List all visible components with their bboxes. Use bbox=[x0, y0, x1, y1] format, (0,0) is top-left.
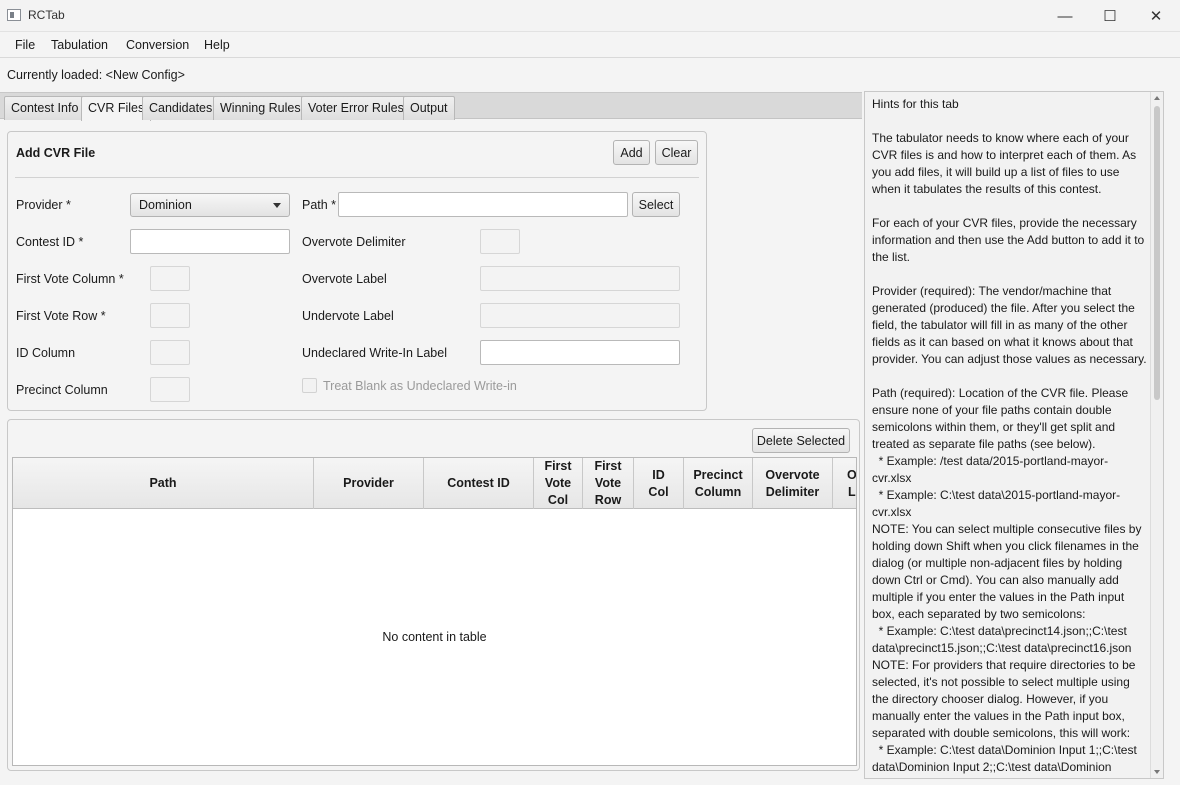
hints-body: The tabulator needs to know where each o… bbox=[872, 131, 1147, 774]
hints-title: Hints for this tab bbox=[872, 97, 959, 111]
column-precinct-column[interactable]: Precinct Column bbox=[684, 458, 753, 509]
chevron-down-icon bbox=[273, 203, 281, 208]
column-overvote-label[interactable]: O L bbox=[833, 458, 856, 509]
table-header: Path Provider Contest ID First Vote Col … bbox=[13, 458, 856, 509]
menu-help[interactable]: Help bbox=[204, 38, 230, 52]
minimize-icon: — bbox=[1057, 7, 1073, 25]
column-id-col[interactable]: ID Col bbox=[634, 458, 684, 509]
tab-candidates[interactable]: Candidates bbox=[142, 96, 220, 120]
overvote-delimiter-field bbox=[480, 229, 520, 254]
first-vote-column-label: First Vote Column * bbox=[16, 272, 124, 286]
hints-panel[interactable]: Hints for this tab The tabulator needs t… bbox=[864, 91, 1164, 779]
path-input[interactable] bbox=[338, 192, 628, 217]
title-bar: RCTab — ☐ ✕ bbox=[0, 0, 1180, 32]
column-overvote-delimiter[interactable]: Overvote Delimiter bbox=[753, 458, 833, 509]
contest-id-input[interactable] bbox=[130, 229, 290, 254]
provider-select[interactable]: Dominion bbox=[130, 193, 290, 217]
maximize-icon: ☐ bbox=[1103, 8, 1117, 25]
hints-text: Hints for this tab The tabulator needs t… bbox=[872, 96, 1147, 776]
add-button[interactable]: Add bbox=[613, 140, 650, 165]
menu-conversion[interactable]: Conversion bbox=[126, 38, 189, 52]
cvr-table[interactable]: Path Provider Contest ID First Vote Col … bbox=[12, 457, 857, 766]
column-first-vote-row[interactable]: First Vote Row bbox=[583, 458, 634, 509]
undervote-label-label: Undervote Label bbox=[302, 309, 394, 323]
menu-tabulation[interactable]: Tabulation bbox=[51, 38, 108, 52]
panel-divider bbox=[15, 177, 699, 178]
overvote-label-label: Overvote Label bbox=[302, 272, 387, 286]
provider-value: Dominion bbox=[139, 198, 192, 212]
scroll-up-icon[interactable] bbox=[1154, 96, 1160, 100]
first-vote-row-label: First Vote Row * bbox=[16, 309, 106, 323]
scroll-down-icon[interactable] bbox=[1154, 770, 1160, 774]
select-button[interactable]: Select bbox=[632, 192, 680, 217]
undeclared-writein-label: Undeclared Write-In Label bbox=[302, 346, 447, 360]
delete-selected-button[interactable]: Delete Selected bbox=[752, 428, 850, 453]
table-empty-message: No content in table bbox=[382, 630, 487, 644]
menu-file[interactable]: File bbox=[15, 38, 35, 52]
precinct-column-label: Precinct Column bbox=[16, 383, 108, 397]
contest-id-label: Contest ID * bbox=[16, 235, 84, 249]
path-label: Path * bbox=[302, 198, 337, 212]
first-vote-row-field bbox=[150, 303, 190, 328]
tab-winning-rules[interactable]: Winning Rules bbox=[213, 96, 308, 120]
undervote-label-field bbox=[480, 303, 680, 328]
minimize-button[interactable]: — bbox=[1042, 0, 1088, 32]
close-icon: ✕ bbox=[1149, 8, 1163, 25]
tab-bar: Contest Info CVR Files Candidates Winnin… bbox=[0, 92, 862, 121]
clear-button[interactable]: Clear bbox=[655, 140, 698, 165]
precinct-column-field bbox=[150, 377, 190, 402]
provider-label: Provider * bbox=[16, 198, 71, 212]
close-button[interactable]: ✕ bbox=[1133, 0, 1179, 32]
currently-loaded-label: Currently loaded: <New Config> bbox=[7, 68, 185, 82]
first-vote-column-field bbox=[150, 266, 190, 291]
window-title: RCTab bbox=[28, 8, 65, 22]
column-path[interactable]: Path bbox=[13, 458, 314, 509]
menu-bar: File Tabulation Conversion Help bbox=[0, 32, 1180, 58]
maximize-button[interactable]: ☐ bbox=[1087, 0, 1133, 32]
id-column-field bbox=[150, 340, 190, 365]
id-column-label: ID Column bbox=[16, 346, 76, 360]
tab-contest-info[interactable]: Contest Info bbox=[4, 96, 86, 120]
treat-blank-label: Treat Blank as Undeclared Write-in bbox=[323, 379, 517, 393]
tab-cvr-files[interactable]: CVR Files bbox=[81, 96, 152, 121]
hints-scrollbar[interactable] bbox=[1150, 92, 1163, 778]
column-first-vote-col[interactable]: First Vote Col bbox=[534, 458, 583, 509]
tab-voter-error-rules[interactable]: Voter Error Rules bbox=[301, 96, 411, 120]
column-contest-id[interactable]: Contest ID bbox=[424, 458, 534, 509]
treat-blank-checkbox[interactable] bbox=[302, 378, 317, 393]
undeclared-writein-input[interactable] bbox=[480, 340, 680, 365]
app-icon bbox=[7, 9, 21, 21]
column-provider[interactable]: Provider bbox=[314, 458, 424, 509]
overvote-label-field bbox=[480, 266, 680, 291]
scroll-thumb[interactable] bbox=[1154, 106, 1160, 400]
overvote-delimiter-label: Overvote Delimiter bbox=[302, 235, 406, 249]
tab-output[interactable]: Output bbox=[403, 96, 455, 120]
add-cvr-title: Add CVR File bbox=[16, 146, 96, 160]
